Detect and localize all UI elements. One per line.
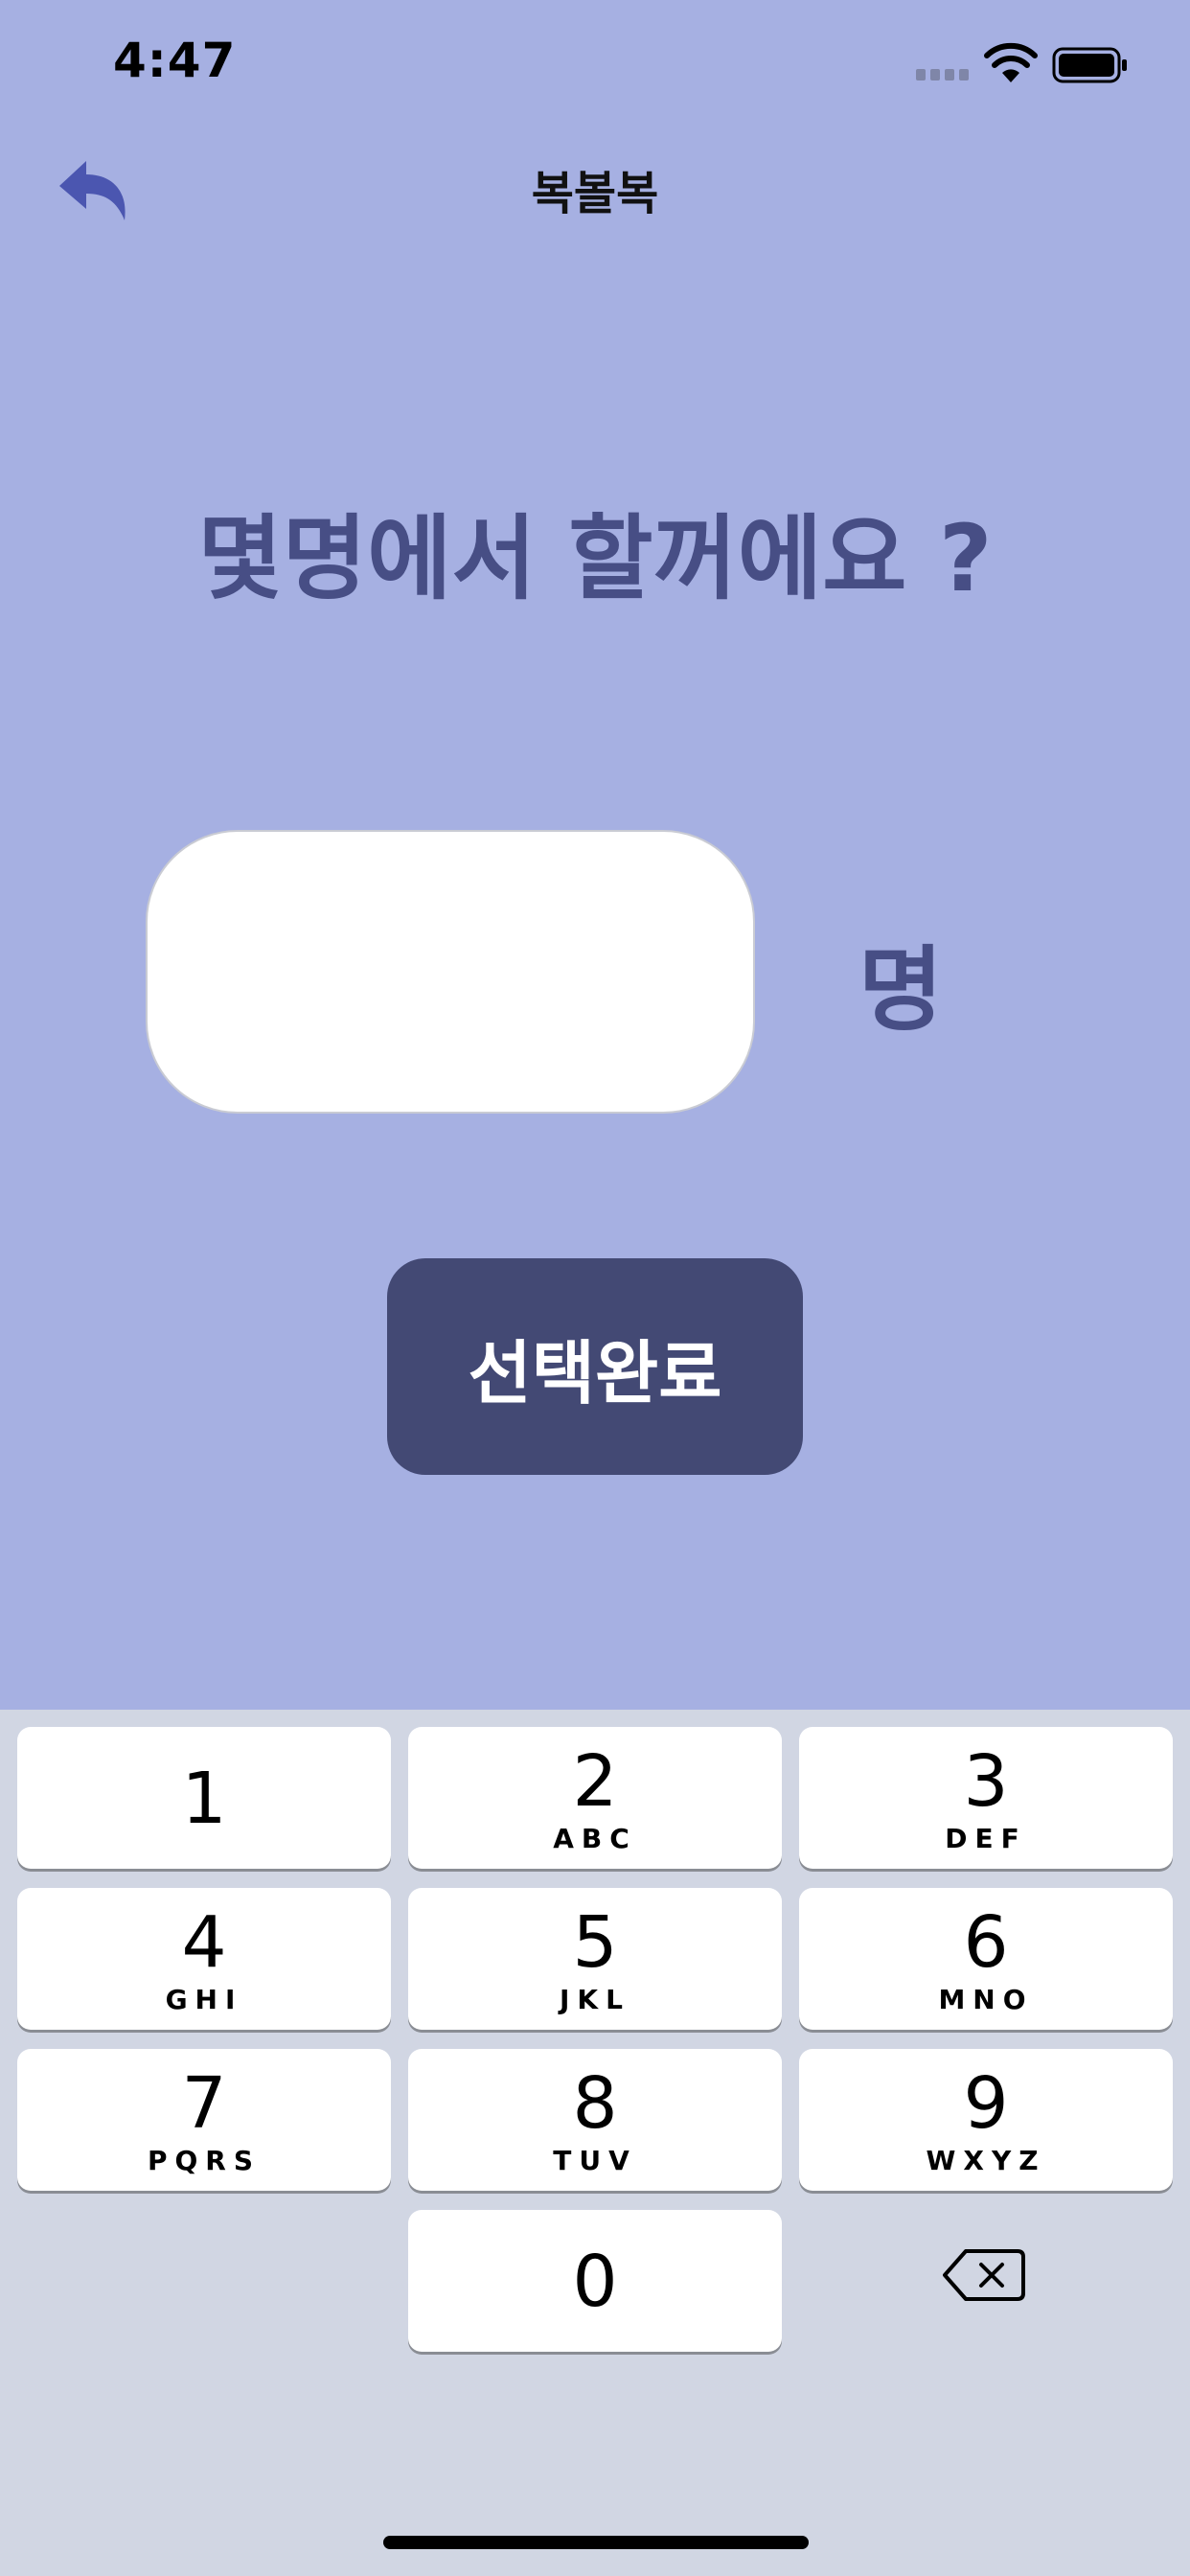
key-3-letters: DEF	[945, 1823, 1027, 1854]
key-4-digit: 4	[181, 1901, 227, 1984]
key-8[interactable]: 8 TUV	[408, 2049, 782, 2191]
key-2-letters: ABC	[553, 1823, 637, 1854]
numeric-keypad: 1 2 ABC 3 DEF 4 GHI 5 JKL 6 MNO 7 PQRS 8…	[0, 1710, 1190, 2576]
key-8-letters: TUV	[553, 2145, 637, 2176]
key-3[interactable]: 3 DEF	[799, 1727, 1173, 1869]
key-6-letters: MNO	[938, 1984, 1034, 2015]
key-0-digit: 0	[572, 2241, 618, 2323]
unit-label: 명	[858, 936, 944, 1044]
key-8-digit: 8	[572, 2062, 618, 2145]
player-count-input[interactable]	[146, 830, 755, 1114]
key-5-digit: 5	[572, 1901, 618, 1984]
key-7-letters: PQRS	[147, 2145, 262, 2176]
navigation-bar: 복볼복	[0, 134, 1190, 249]
delete-backspace-icon[interactable]	[941, 2242, 1027, 2309]
cellular-signal-icon	[916, 69, 970, 82]
key-4-letters: GHI	[165, 1984, 243, 2015]
key-5-letters: JKL	[560, 1984, 630, 2015]
key-5[interactable]: 5 JKL	[408, 1888, 782, 2030]
key-6[interactable]: 6 MNO	[799, 1888, 1173, 2030]
key-9-digit: 9	[963, 2062, 1009, 2145]
key-2-digit: 2	[572, 1740, 618, 1823]
key-1[interactable]: 1	[17, 1727, 391, 1869]
battery-icon	[1052, 47, 1127, 83]
wifi-icon	[984, 42, 1038, 82]
key-0[interactable]: 0	[408, 2210, 782, 2352]
key-1-digit: 1	[181, 1758, 227, 1840]
question-heading: 몇명에서 할꺼에요 ?	[197, 505, 993, 612]
key-7[interactable]: 7 PQRS	[17, 2049, 391, 2191]
status-time: 4:47	[113, 33, 237, 88]
status-bar: 4:47	[0, 0, 1190, 134]
key-4[interactable]: 4 GHI	[17, 1888, 391, 2030]
confirm-button[interactable]: 선택완료	[387, 1258, 803, 1475]
key-7-digit: 7	[181, 2062, 227, 2145]
key-9[interactable]: 9 WXYZ	[799, 2049, 1173, 2191]
nav-title: 복볼복	[531, 167, 659, 220]
key-3-digit: 3	[963, 1740, 1009, 1823]
key-2[interactable]: 2 ABC	[408, 1727, 782, 1869]
home-indicator	[383, 2536, 809, 2549]
key-6-digit: 6	[963, 1901, 1009, 1984]
key-9-letters: WXYZ	[926, 2145, 1046, 2176]
